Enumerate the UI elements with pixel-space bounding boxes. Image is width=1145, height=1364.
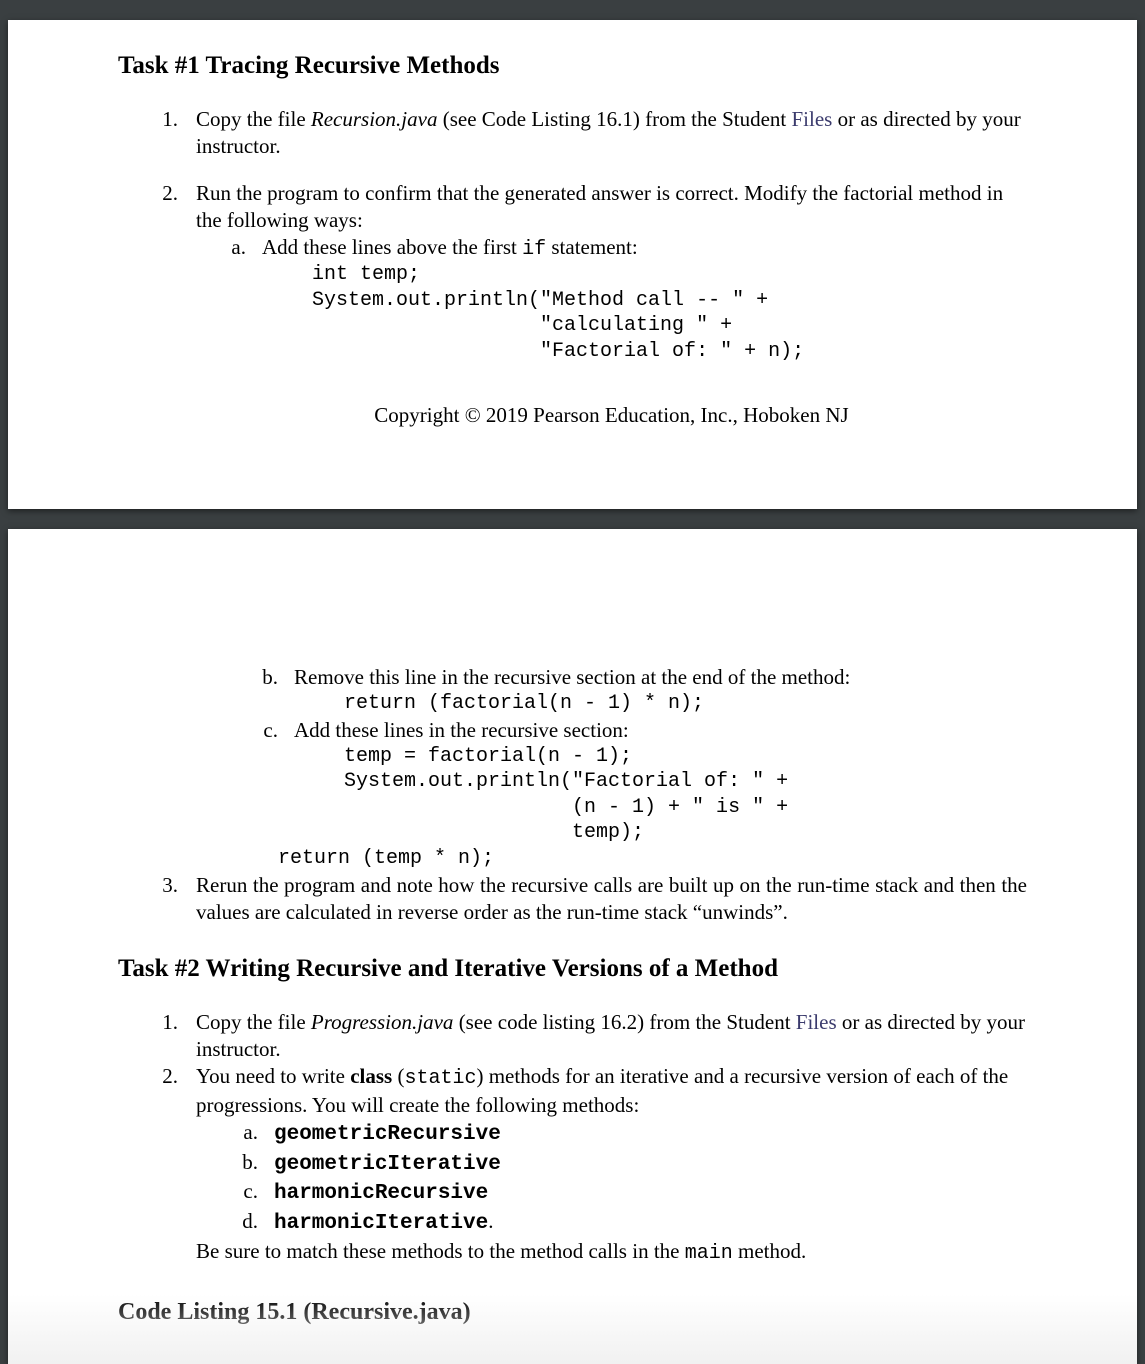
list-item-body: Copy the file Progression.java (see code… xyxy=(196,1009,1027,1063)
sub-letter: b. xyxy=(228,1149,274,1176)
method-a: a. geometricRecursive xyxy=(228,1119,1027,1149)
text-fragment: statement: xyxy=(546,235,638,259)
method-b: b. geometricIterative xyxy=(228,1149,1027,1179)
method-name: harmonicRecursive xyxy=(274,1182,488,1205)
task1-item-2: 2. Run the program to confirm that the g… xyxy=(118,180,1027,440)
task1-item-3: 3. Rerun the program and note how the re… xyxy=(118,872,1027,926)
sub-letter: d. xyxy=(228,1208,274,1235)
copyright-notice: Copyright © 2019 Pearson Education, Inc.… xyxy=(196,402,1027,429)
inline-code: main xyxy=(685,1242,733,1265)
sub-body: geometricIterative xyxy=(274,1149,1027,1179)
task2-tail-sentence: Be sure to match these methods to the me… xyxy=(196,1238,1027,1267)
list-number: 3. xyxy=(118,872,196,899)
inline-code: static xyxy=(404,1067,476,1090)
inline-code: if xyxy=(522,238,546,261)
list-item-body: Run the program to confirm that the gene… xyxy=(196,180,1027,440)
sub-letter: a. xyxy=(228,1119,274,1146)
text-fragment: Add these lines above the first xyxy=(262,235,522,259)
list-number: 2. xyxy=(118,180,196,207)
task2-list: 1. Copy the file Progression.java (see c… xyxy=(118,1009,1027,1266)
task1-item2b: b. Remove this line in the recursive sec… xyxy=(178,664,1027,716)
bold-word: class xyxy=(350,1064,392,1088)
method-name: geometricIterative xyxy=(274,1153,501,1176)
task1-list: 1. Copy the file Recursion.java (see Cod… xyxy=(118,106,1027,439)
sub-letter: b. xyxy=(178,664,294,691)
task1-heading: Task #1 Tracing Recursive Methods xyxy=(118,50,1027,82)
text-fragment: (see Code Listing 16.1) from the Student xyxy=(437,107,791,131)
text-fragment: ( xyxy=(392,1064,404,1088)
document-page-2: b. Remove this line in the recursive sec… xyxy=(8,529,1137,1364)
task1-item2a: a. Add these lines above the first if st… xyxy=(196,234,1027,365)
method-d: d. harmonicIterative. xyxy=(228,1208,1027,1238)
list-number: 1. xyxy=(118,1009,196,1036)
continuation-block: b. Remove this line in the recursive sec… xyxy=(178,664,1027,871)
task1-item2-sublist: a. Add these lines above the first if st… xyxy=(196,234,1027,365)
filename: Progression.java xyxy=(311,1010,454,1034)
sub-body: Remove this line in the recursive sectio… xyxy=(294,664,1027,716)
text-fragment: You need to write xyxy=(196,1064,350,1088)
files-link[interactable]: Files xyxy=(796,1010,837,1034)
sub-body: Add these lines in the recursive section… xyxy=(294,717,1027,846)
method-name: geometricRecursive xyxy=(274,1123,501,1146)
task1-item-1: 1. Copy the file Recursion.java (see Cod… xyxy=(118,106,1027,160)
task2-heading: Task #2 Writing Recursive and Iterative … xyxy=(118,953,1027,985)
sub-body: harmonicIterative. xyxy=(274,1208,1027,1238)
task2-item-1: 1. Copy the file Progression.java (see c… xyxy=(118,1009,1027,1063)
text-fragment: Remove this line in the recursive sectio… xyxy=(294,665,850,689)
cutoff-heading: Code Listing 15.1 (Recursive.java) xyxy=(118,1297,1027,1328)
document-viewport: Task #1 Tracing Recursive Methods 1. Cop… xyxy=(0,0,1145,1364)
task2-methods-list: a. geometricRecursive b. geometricIterat… xyxy=(228,1119,1027,1239)
task1-item2-sublist-cont: b. Remove this line in the recursive sec… xyxy=(178,664,1027,846)
list-item-body: You need to write class (static) methods… xyxy=(196,1063,1027,1267)
files-link[interactable]: Files xyxy=(792,107,833,131)
sub-body: harmonicRecursive xyxy=(274,1178,1027,1208)
document-page-1: Task #1 Tracing Recursive Methods 1. Cop… xyxy=(8,20,1137,509)
list-number: 2. xyxy=(118,1063,196,1090)
text-fragment: Add these lines in the recursive section… xyxy=(294,718,629,742)
sub-letter: c. xyxy=(228,1178,274,1205)
list-item-body: Rerun the program and note how the recur… xyxy=(196,872,1027,926)
code-block-c: temp = factorial(n - 1); System.out.prin… xyxy=(344,744,1027,846)
text-fragment: Be sure to match these methods to the me… xyxy=(196,1239,685,1263)
code-block-a: int temp; System.out.println("Method cal… xyxy=(312,262,1027,364)
method-name: harmonicIterative xyxy=(274,1212,488,1235)
task1-item2c: c. Add these lines in the recursive sect… xyxy=(178,717,1027,846)
text-fragment: Copy the file xyxy=(196,1010,311,1034)
list-item-body: Copy the file Recursion.java (see Code L… xyxy=(196,106,1027,160)
sub-letter: c. xyxy=(178,717,294,744)
list-number: 1. xyxy=(118,106,196,133)
text-fragment: (see code listing 16.2) from the Student xyxy=(453,1010,795,1034)
task1-list-cont: 3. Rerun the program and note how the re… xyxy=(118,872,1027,926)
code-block-b: return (factorial(n - 1) * n); xyxy=(344,691,1027,717)
text-fragment: Run the program to confirm that the gene… xyxy=(196,181,1003,232)
sub-body: geometricRecursive xyxy=(274,1119,1027,1149)
filename: Recursion.java xyxy=(311,107,438,131)
sub-body: Add these lines above the first if state… xyxy=(262,234,1027,365)
method-c: c. harmonicRecursive xyxy=(228,1178,1027,1208)
text-fragment: . xyxy=(488,1209,493,1233)
sub-letter: a. xyxy=(196,234,262,261)
code-block-c-return: return (temp * n); xyxy=(278,846,1027,872)
task2-item-2: 2. You need to write class (static) meth… xyxy=(118,1063,1027,1267)
text-fragment: Copy the file xyxy=(196,107,311,131)
text-fragment: method. xyxy=(733,1239,807,1263)
